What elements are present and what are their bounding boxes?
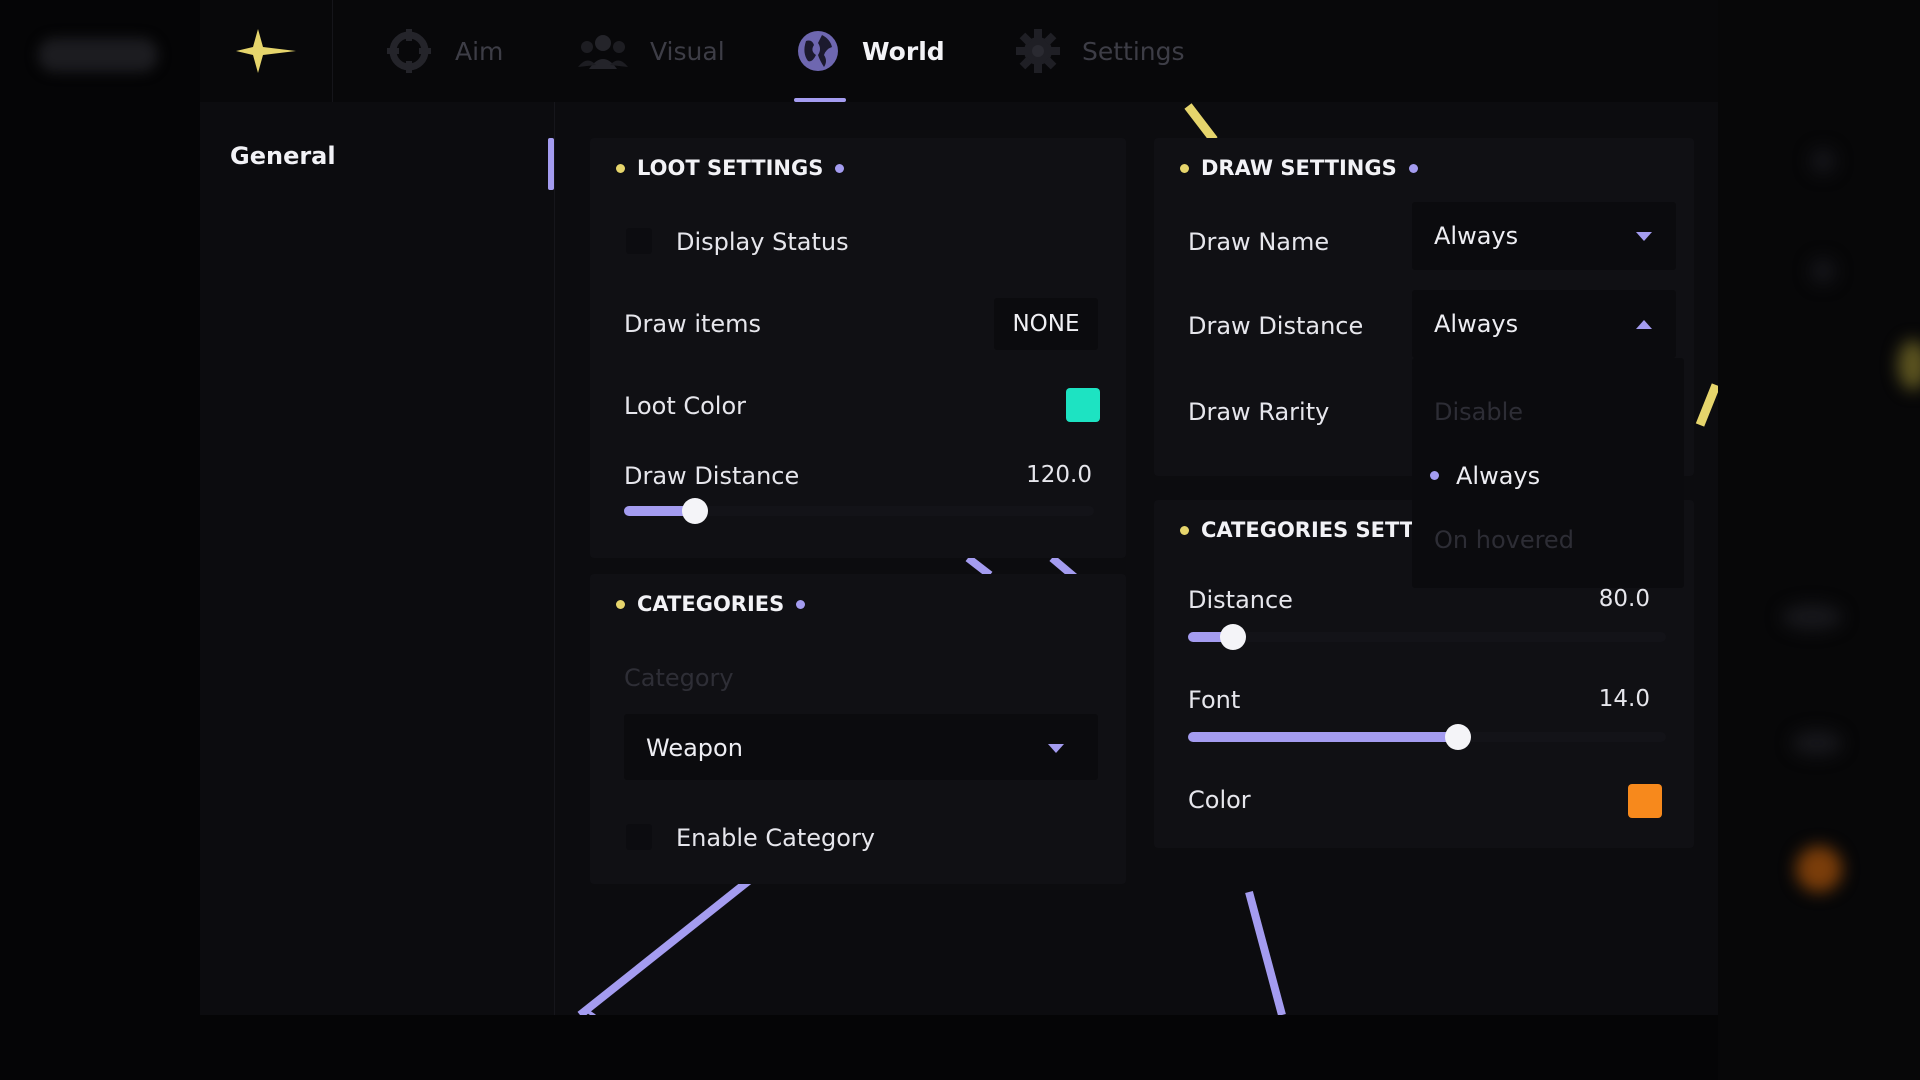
sidebar-item-general[interactable]: General bbox=[230, 142, 336, 170]
crosshair-icon bbox=[387, 29, 431, 73]
deco-line-gold-right bbox=[1695, 383, 1718, 427]
users-icon bbox=[578, 35, 628, 69]
font-label: Font bbox=[1188, 686, 1241, 714]
draw-items-button[interactable]: NONE bbox=[994, 298, 1098, 350]
tab-world[interactable]: World bbox=[796, 0, 945, 102]
loot-settings-panel: LOOT SETTINGS Display Status Draw items … bbox=[590, 138, 1126, 558]
title-dot-icon bbox=[1180, 163, 1189, 173]
chevron-up-icon bbox=[1636, 320, 1652, 329]
color-label: Color bbox=[1188, 786, 1251, 814]
tab-settings[interactable]: Settings bbox=[1016, 0, 1185, 102]
chevron-down-icon bbox=[1048, 744, 1064, 753]
title-dot-icon bbox=[796, 599, 806, 609]
category-color-swatch[interactable] bbox=[1628, 784, 1662, 818]
title-dot-icon bbox=[616, 599, 625, 609]
draw-distance-value: 120.0 bbox=[1026, 462, 1092, 488]
draw-name-dropdown-value: Always bbox=[1434, 222, 1519, 250]
title-dot-icon bbox=[1180, 525, 1189, 535]
font-value: 14.0 bbox=[1598, 686, 1650, 712]
loot-color-swatch[interactable] bbox=[1066, 388, 1100, 422]
dropdown-option-disable[interactable]: Disable bbox=[1434, 398, 1523, 426]
draw-distance-slider[interactable] bbox=[624, 498, 1094, 524]
tab-visual[interactable]: Visual bbox=[578, 0, 725, 102]
draw-settings-title: DRAW SETTINGS bbox=[1180, 156, 1418, 180]
tab-aim-label: Aim bbox=[455, 36, 504, 66]
globe-icon bbox=[798, 31, 838, 71]
background-blurred-logo bbox=[38, 38, 158, 72]
top-nav-bar: Aim Visual World Settings bbox=[200, 0, 1718, 102]
sidebar-active-indicator bbox=[548, 138, 554, 190]
font-slider[interactable] bbox=[1188, 724, 1666, 750]
draw-distance-dropdown[interactable]: Always bbox=[1412, 290, 1676, 358]
dropdown-option-on-hovered[interactable]: On hovered bbox=[1434, 526, 1574, 554]
categories-settings-title: CATEGORIES SETTIN bbox=[1180, 518, 1440, 542]
tab-world-label: World bbox=[862, 36, 945, 66]
sparkle-star-icon bbox=[236, 29, 296, 73]
active-tab-indicator bbox=[794, 98, 846, 102]
tab-settings-label: Settings bbox=[1082, 36, 1185, 66]
draw-items-label: Draw items bbox=[624, 310, 762, 338]
loot-color-label: Loot Color bbox=[624, 392, 747, 420]
distance-label: Distance bbox=[1188, 586, 1293, 614]
category-dropdown-value: Weapon bbox=[646, 734, 743, 762]
distance-value: 80.0 bbox=[1598, 586, 1650, 612]
display-status-checkbox[interactable] bbox=[626, 228, 652, 254]
slider-knob[interactable] bbox=[1445, 724, 1472, 750]
title-dot-icon bbox=[616, 163, 625, 173]
enable-category-checkbox[interactable] bbox=[626, 824, 652, 850]
dropdown-option-always[interactable]: Always bbox=[1456, 462, 1540, 490]
categories-panel: CATEGORIES Category Weapon Enable Catego… bbox=[590, 574, 1126, 884]
draw-name-dropdown[interactable]: Always bbox=[1412, 202, 1676, 270]
chevron-down-icon bbox=[1636, 232, 1652, 241]
slider-knob[interactable] bbox=[681, 498, 708, 524]
app-window: Aim Visual World Settings General LOOT S… bbox=[200, 0, 1718, 1015]
draw-name-label: Draw Name bbox=[1188, 228, 1330, 256]
tab-visual-label: Visual bbox=[650, 36, 725, 66]
deco-line-gold bbox=[1184, 103, 1218, 143]
background-right-region bbox=[1718, 0, 1920, 1080]
distance-slider[interactable] bbox=[1188, 624, 1666, 650]
sidebar: General bbox=[200, 102, 555, 1015]
category-dropdown[interactable]: Weapon bbox=[624, 714, 1098, 780]
slider-knob[interactable] bbox=[1220, 624, 1247, 650]
selected-option-dot-icon bbox=[1430, 471, 1439, 480]
categories-title: CATEGORIES bbox=[616, 592, 806, 616]
display-status-label: Display Status bbox=[676, 228, 849, 256]
deco-line-bottom bbox=[1245, 890, 1286, 1015]
title-dot-icon bbox=[1408, 163, 1418, 173]
title-dot-icon bbox=[835, 163, 845, 173]
logo bbox=[200, 0, 333, 102]
enable-category-label: Enable Category bbox=[676, 824, 876, 852]
draw-distance-label: Draw Distance bbox=[624, 462, 800, 490]
tab-aim[interactable]: Aim bbox=[385, 0, 503, 102]
draw-distance-dropdown-value: Always bbox=[1434, 310, 1519, 338]
draw-distance-label: Draw Distance bbox=[1188, 312, 1364, 340]
gear-icon bbox=[1016, 29, 1060, 73]
slider-fill bbox=[1188, 732, 1459, 742]
draw-rarity-label: Draw Rarity bbox=[1188, 398, 1330, 426]
draw-distance-options-list: Disable Always On hovered bbox=[1412, 358, 1684, 588]
category-field-label: Category bbox=[624, 664, 734, 692]
loot-settings-title: LOOT SETTINGS bbox=[616, 156, 845, 180]
